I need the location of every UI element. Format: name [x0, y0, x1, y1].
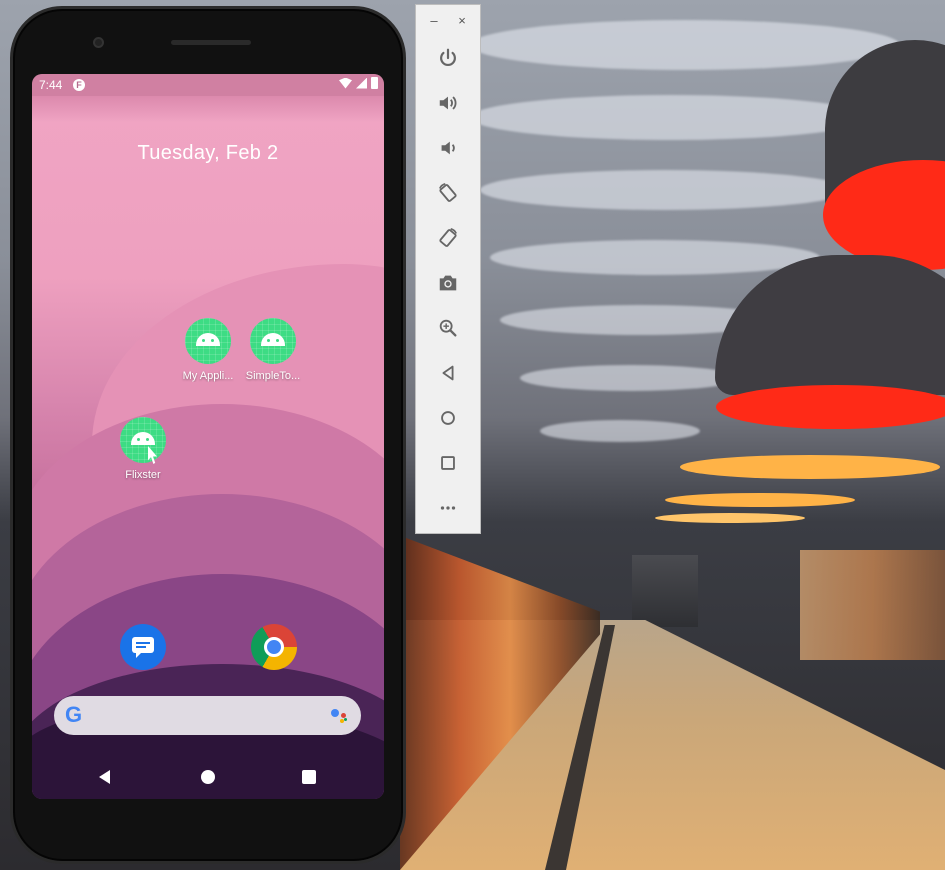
nav-home-icon[interactable] — [201, 770, 215, 784]
power-button[interactable] — [432, 42, 464, 74]
android-app-icon — [120, 417, 166, 463]
pendant-lamp-light — [680, 455, 940, 479]
google-logo-icon: G — [65, 702, 83, 727]
messages-icon[interactable] — [120, 624, 166, 670]
ceiling-light-band — [520, 365, 740, 391]
nav-back-icon[interactable] — [99, 770, 110, 784]
volume-up-button[interactable] — [432, 87, 464, 119]
cell-signal-icon — [356, 77, 367, 89]
back-icon — [442, 365, 454, 381]
android-app-icon — [250, 318, 296, 364]
chrome-icon[interactable] — [251, 624, 297, 670]
android-app-icon — [185, 318, 231, 364]
battery-icon — [371, 77, 378, 89]
overview-icon — [441, 456, 455, 470]
volume-down-button[interactable] — [432, 132, 464, 164]
navigation-bar — [32, 758, 384, 794]
app-flixster[interactable]: Flixster — [103, 417, 183, 481]
back-button[interactable] — [432, 357, 464, 389]
minimize-button[interactable]: – — [426, 13, 442, 29]
google-search-bar[interactable]: G — [54, 696, 361, 735]
pendant-lamp-shade — [715, 255, 945, 395]
nav-recents-icon[interactable] — [302, 770, 316, 784]
app-notification-icon: F — [73, 79, 85, 91]
rotate-right-button[interactable] — [432, 222, 464, 254]
volume-down-icon — [441, 141, 455, 155]
earpiece-speaker — [171, 40, 251, 45]
moving-train-right — [800, 550, 945, 660]
pendant-lamp-light — [716, 385, 945, 429]
ceiling-light-band — [540, 420, 700, 442]
pendant-lamp-light — [665, 493, 855, 507]
ceiling-light-band — [490, 240, 820, 275]
emulator-toolbar: – × — [415, 4, 481, 534]
app-simpletodo[interactable]: SimpleTo... — [233, 318, 313, 382]
screenshot-button[interactable] — [432, 267, 464, 299]
escalator — [632, 555, 698, 627]
volume-up-icon — [439, 96, 457, 110]
app-label: SimpleTo... — [245, 370, 301, 382]
wifi-icon — [339, 77, 352, 89]
front-camera — [93, 37, 104, 48]
home-button[interactable] — [432, 402, 464, 434]
close-button[interactable]: × — [454, 13, 470, 29]
ceiling-light-band — [470, 95, 870, 140]
home-icon — [441, 411, 455, 425]
rotate-left-icon — [438, 183, 457, 202]
window-controls: – × — [416, 13, 480, 31]
more-icon — [440, 506, 456, 510]
phone-screen[interactable]: 7:44 F Tuesday, Feb 2 My Appli... Simple… — [32, 74, 384, 799]
notification-shade-hint[interactable] — [32, 96, 384, 122]
status-bar: 7:44 F — [32, 74, 384, 96]
ceiling-light-band — [480, 170, 850, 210]
rotate-left-button[interactable] — [432, 177, 464, 209]
rotate-right-icon — [439, 228, 458, 247]
overview-button[interactable] — [432, 447, 464, 479]
more-button[interactable] — [432, 492, 464, 524]
power-icon — [440, 48, 456, 67]
google-assistant-icon[interactable] — [331, 707, 349, 725]
system-icons — [339, 77, 378, 89]
zoom-icon — [439, 319, 457, 337]
pendant-lamp-light — [655, 513, 805, 523]
home-date[interactable]: Tuesday, Feb 2 — [32, 142, 384, 165]
ceiling-light-band — [470, 20, 900, 70]
app-label: Flixster — [125, 469, 161, 481]
status-time: 7:44 — [39, 78, 63, 92]
camera-icon — [439, 275, 457, 291]
zoom-button[interactable] — [432, 312, 464, 344]
